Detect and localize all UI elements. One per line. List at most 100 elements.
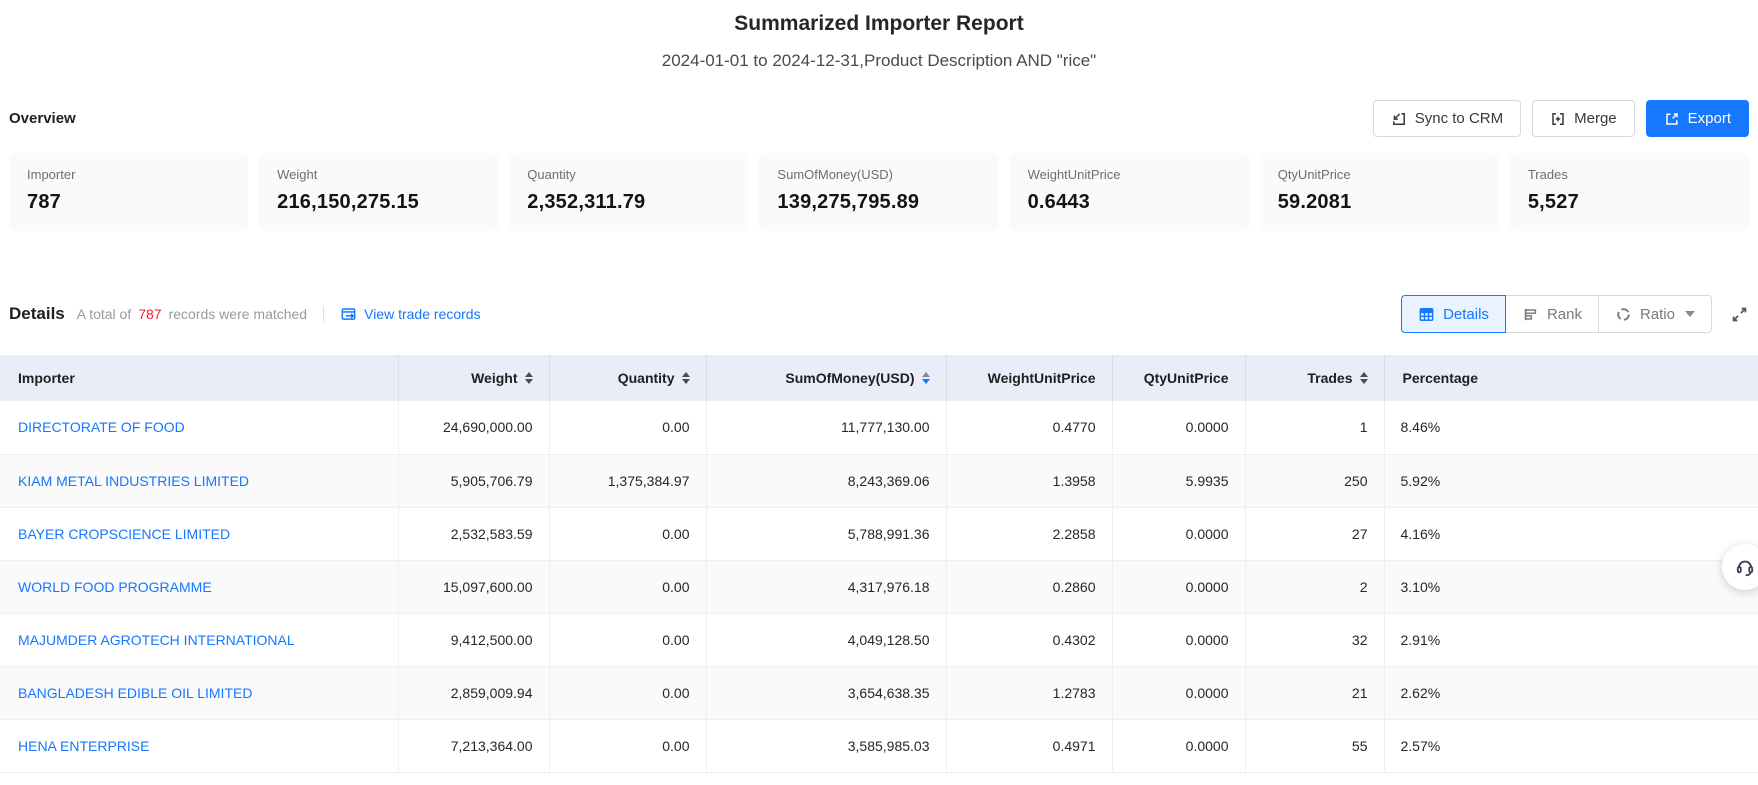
- tab-rank-view[interactable]: Rank: [1505, 295, 1599, 333]
- tab-ratio-label: Ratio: [1640, 306, 1675, 323]
- export-button[interactable]: Export: [1646, 100, 1749, 137]
- stat-card-value: 2,352,311.79: [527, 191, 730, 214]
- cell-weightunitprice: 0.4770: [946, 401, 1112, 454]
- matched-suffix: records were matched: [169, 306, 308, 322]
- cell-qtyunitprice: 0.0000: [1112, 507, 1245, 560]
- table-row: MAJUMDER AGROTECH INTERNATIONAL 9,412,500…: [0, 613, 1758, 666]
- cell-percentage: 2.57%: [1384, 719, 1758, 772]
- stat-card-sumofmoney-usd-: SumOfMoney(USD)139,275,795.89: [759, 153, 998, 231]
- cell-sumofmoney-usd-: 4,317,976.18: [706, 560, 946, 613]
- cell-percentage: 8.46%: [1384, 401, 1758, 454]
- stat-card-value: 216,150,275.15: [277, 191, 480, 214]
- table-row: DIRECTORATE OF FOOD24,690,000.000.0011,7…: [0, 401, 1758, 454]
- cell-quantity: 0.00: [549, 560, 706, 613]
- sort-carets-icon[interactable]: [525, 372, 533, 384]
- sort-carets-icon[interactable]: [1360, 372, 1368, 384]
- column-label: Trades: [1307, 370, 1352, 386]
- column-header-importer: Importer: [0, 355, 398, 401]
- merge-icon: [1550, 111, 1566, 127]
- cell-weight: 9,412,500.00: [398, 613, 549, 666]
- details-heading: Details: [9, 304, 65, 324]
- divider: [323, 306, 324, 322]
- importer-link[interactable]: BANGLADESH EDIBLE OIL LIMITED: [18, 685, 252, 701]
- stat-card-label: WeightUnitPrice: [1028, 167, 1231, 182]
- merge-button[interactable]: Merge: [1532, 100, 1635, 137]
- stat-card-label: Trades: [1528, 167, 1731, 182]
- view-trade-records-label: View trade records: [364, 306, 480, 322]
- stat-card-qtyunitprice: QtyUnitPrice59.2081: [1260, 153, 1499, 231]
- cell-percentage: 4.16%: [1384, 507, 1758, 560]
- importer-link[interactable]: KIAM METAL INDUSTRIES LIMITED: [18, 473, 249, 489]
- column-label: QtyUnitPrice: [1144, 370, 1229, 386]
- cell-qtyunitprice: 0.0000: [1112, 719, 1245, 772]
- importer-link[interactable]: BAYER CROPSCIENCE LIMITED: [18, 526, 230, 542]
- cell-sumofmoney-usd-: 8,243,369.06: [706, 454, 946, 507]
- overview-actions: Sync to CRM Merge Export: [1373, 100, 1749, 137]
- column-label: WeightUnitPrice: [988, 370, 1096, 386]
- cell-trades: 1: [1245, 401, 1384, 454]
- cell-percentage: 2.91%: [1384, 613, 1758, 666]
- stat-card-weight: Weight216,150,275.15: [259, 153, 498, 231]
- cell-weight: 2,859,009.94: [398, 666, 549, 719]
- stat-card-label: Quantity: [527, 167, 730, 182]
- table-row: HENA ENTERPRISE7,213,364.000.003,585,985…: [0, 719, 1758, 772]
- cell-percentage: 3.10%: [1384, 560, 1758, 613]
- cell-qtyunitprice: 0.0000: [1112, 613, 1245, 666]
- cell-weight: 2,532,583.59: [398, 507, 549, 560]
- cell-trades: 27: [1245, 507, 1384, 560]
- export-label: Export: [1688, 110, 1731, 127]
- sort-carets-icon[interactable]: [922, 372, 930, 384]
- stat-card-value: 139,275,795.89: [777, 191, 980, 214]
- column-header-quantity[interactable]: Quantity: [549, 355, 706, 401]
- headset-icon: [1734, 556, 1756, 578]
- overview-toolbar: Overview Sync to CRM Merge: [9, 100, 1749, 137]
- tab-ratio-view[interactable]: Ratio: [1598, 295, 1712, 333]
- column-label: Importer: [18, 370, 75, 386]
- stat-card-trades: Trades 5,527: [1510, 153, 1749, 231]
- view-trade-records-link[interactable]: View trade records: [340, 306, 480, 323]
- cell-weight: 15,097,600.00: [398, 560, 549, 613]
- table-row: KIAM METAL INDUSTRIES LIMITED 5,905,706.7…: [0, 454, 1758, 507]
- cell-sumofmoney-usd-: 4,049,128.50: [706, 613, 946, 666]
- sort-carets-icon[interactable]: [682, 372, 690, 384]
- stat-card-label: QtyUnitPrice: [1278, 167, 1481, 182]
- details-toolbar: Details A total of 787 records were matc…: [9, 295, 1749, 333]
- importer-link[interactable]: WORLD FOOD PROGRAMME: [18, 579, 212, 595]
- tab-details-view[interactable]: Details: [1401, 295, 1506, 333]
- column-label: Quantity: [618, 370, 675, 386]
- cell-qtyunitprice: 0.0000: [1112, 560, 1245, 613]
- cell-sumofmoney-usd-: 5,788,991.36: [706, 507, 946, 560]
- report-query-subtitle: 2024-01-01 to 2024-12-31,Product Descrip…: [0, 51, 1758, 71]
- cell-quantity: 0.00: [549, 401, 706, 454]
- fullscreen-button[interactable]: [1730, 305, 1749, 324]
- cell-trades: 21: [1245, 666, 1384, 719]
- cell-sumofmoney-usd-: 3,654,638.35: [706, 666, 946, 719]
- column-header-weightunitprice: WeightUnitPrice: [946, 355, 1112, 401]
- importer-link[interactable]: HENA ENTERPRISE: [18, 738, 149, 754]
- cell-quantity: 0.00: [549, 719, 706, 772]
- cell-trades: 32: [1245, 613, 1384, 666]
- import-into-crm-icon: [1391, 111, 1407, 127]
- stat-card-value: 5,527: [1528, 191, 1731, 214]
- column-header-trades[interactable]: Trades: [1245, 355, 1384, 401]
- importer-link[interactable]: DIRECTORATE OF FOOD: [18, 419, 185, 435]
- column-header-qtyunitprice: QtyUnitPrice: [1112, 355, 1245, 401]
- chevron-down-icon: [1685, 311, 1695, 317]
- sync-to-crm-label: Sync to CRM: [1415, 110, 1503, 127]
- cell-trades: 250: [1245, 454, 1384, 507]
- cell-weight: 5,905,706.79: [398, 454, 549, 507]
- stat-card-label: Importer: [27, 167, 230, 182]
- column-header-sumofmoney-usd-[interactable]: SumOfMoney(USD): [706, 355, 946, 401]
- tab-rank-label: Rank: [1547, 306, 1582, 323]
- importer-link[interactable]: MAJUMDER AGROTECH INTERNATIONAL: [18, 632, 295, 648]
- cell-percentage: 5.92%: [1384, 454, 1758, 507]
- column-label: Weight: [471, 370, 517, 386]
- stat-card-quantity: Quantity 2,352,311.79: [509, 153, 748, 231]
- column-header-weight[interactable]: Weight: [398, 355, 549, 401]
- stat-card-weightunitprice: WeightUnitPrice0.6443: [1010, 153, 1249, 231]
- export-icon: [1664, 111, 1680, 127]
- sync-to-crm-button[interactable]: Sync to CRM: [1373, 100, 1521, 137]
- cell-weight: 7,213,364.00: [398, 719, 549, 772]
- matched-count: 787: [138, 306, 161, 322]
- column-label: Percentage: [1403, 370, 1478, 386]
